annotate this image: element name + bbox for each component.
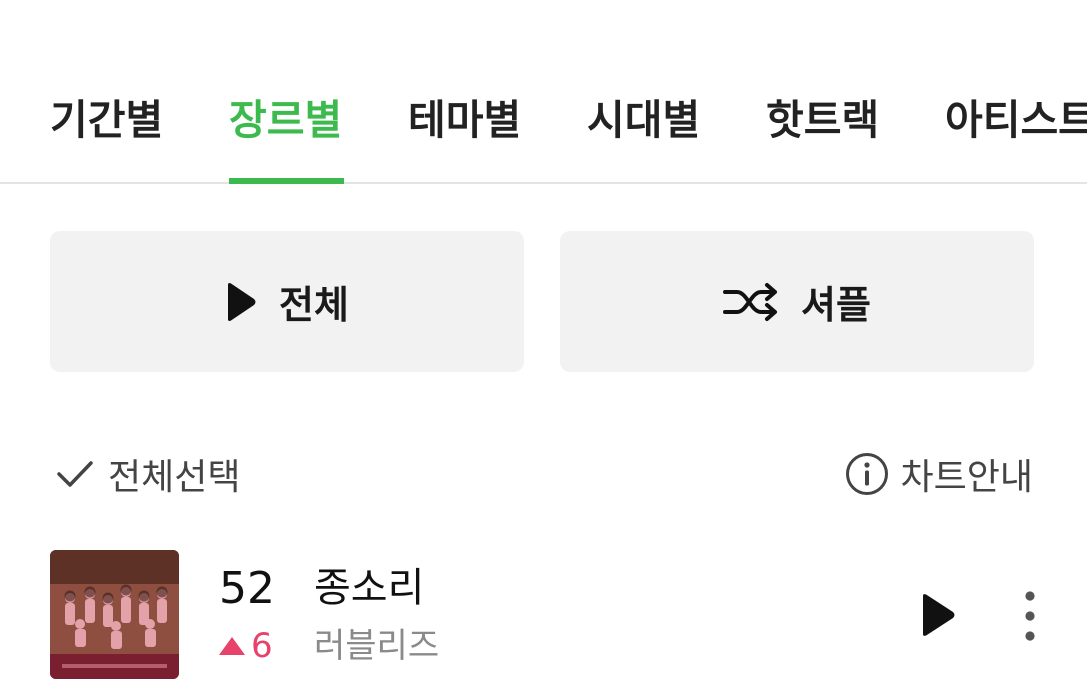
tab-hot-track[interactable]: 핫트랙 <box>766 92 879 184</box>
play-icon <box>920 593 956 637</box>
play-all-label: 전체 <box>279 283 349 327</box>
track-artist[interactable]: 러블리즈 <box>314 626 439 666</box>
chart-page: 기간별 장르별 테마별 시대별 핫트랙 아티스트 전체 셔플 전체선택 차트안내… <box>0 0 1087 694</box>
rank-change-value: 6 <box>251 626 273 666</box>
category-tabs: 기간별 장르별 테마별 시대별 핫트랙 아티스트 <box>0 0 1087 184</box>
shuffle-button[interactable]: 셔플 <box>560 231 1034 372</box>
track-play-button[interactable] <box>915 592 961 638</box>
check-icon <box>56 459 94 489</box>
rank-change: 6 <box>219 626 273 666</box>
album-cover[interactable] <box>50 550 179 679</box>
active-tab-indicator <box>229 178 344 184</box>
info-icon <box>845 452 889 496</box>
tab-artist[interactable]: 아티스트 <box>945 92 1087 184</box>
chart-info-button[interactable]: 차트안내 <box>845 448 1033 500</box>
play-icon <box>225 282 257 322</box>
play-all-button[interactable]: 전체 <box>50 231 524 372</box>
shuffle-label: 셔플 <box>801 283 871 327</box>
tab-period[interactable]: 기간별 <box>50 92 163 184</box>
rank-number: 52 <box>219 563 275 614</box>
tab-theme[interactable]: 테마별 <box>408 92 521 184</box>
track-row[interactable]: 52 6 종소리 러블리즈 <box>0 548 1087 688</box>
chart-info-label: 차트안내 <box>900 457 1033 498</box>
more-vertical-icon <box>1024 590 1036 642</box>
track-title[interactable]: 종소리 <box>314 563 424 613</box>
tab-genre[interactable]: 장르별 <box>229 92 342 184</box>
shuffle-icon <box>723 282 779 322</box>
more-options-button[interactable] <box>1008 586 1052 646</box>
select-all-label: 전체선택 <box>108 457 241 498</box>
tab-era[interactable]: 시대별 <box>587 92 700 184</box>
select-all-button[interactable]: 전체선택 <box>56 448 240 500</box>
rank-up-icon <box>219 637 245 655</box>
